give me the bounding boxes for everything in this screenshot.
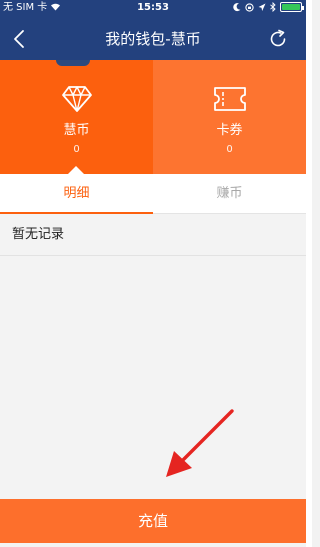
coins-card[interactable]: 慧币 0 — [0, 60, 153, 175]
detail-tabs: 明细 赚币 — [0, 174, 306, 214]
refresh-icon — [270, 29, 286, 47]
coins-label: 慧币 — [63, 123, 90, 138]
coupons-card[interactable]: 卡券 0 — [153, 60, 306, 174]
rotation-lock-icon — [245, 2, 254, 12]
annotation-arrow-icon — [166, 409, 234, 477]
card-icon-wrapper — [153, 85, 306, 115]
top-bar: 无 SIM 卡 15:53 我的钱包-慧币 — [0, 0, 306, 60]
empty-records-text: 暂无记录 — [12, 227, 65, 242]
refresh-button[interactable] — [266, 27, 290, 51]
coins-value: 0 — [73, 144, 80, 155]
page-title: 我的钱包-慧币 — [105, 30, 201, 48]
battery-icon — [280, 2, 304, 12]
card-icon-wrapper — [0, 85, 153, 115]
notch-decoration — [56, 60, 90, 66]
moon-icon — [233, 2, 241, 11]
screen-edge — [306, 0, 312, 547]
wallet-summary: 慧币 0 卡券 0 — [0, 60, 306, 175]
wallet-page: 无 SIM 卡 15:53 我的钱包-慧币 慧币 0 卡券 0 明细 赚币 暂无… — [0, 0, 306, 547]
tab-detail[interactable]: 明细 — [0, 174, 153, 214]
recharge-button[interactable]: 充值 — [0, 499, 306, 543]
status-icons — [233, 2, 304, 12]
diamond-icon — [61, 86, 92, 112]
status-bar: 无 SIM 卡 15:53 — [0, 0, 306, 16]
coupons-value: 0 — [226, 144, 233, 155]
coupons-label: 卡券 — [216, 123, 243, 138]
location-icon — [258, 3, 266, 11]
bluetooth-icon — [270, 2, 276, 12]
tab-earn-coins[interactable]: 赚币 — [153, 174, 306, 214]
empty-records-row: 暂无记录 — [0, 214, 306, 256]
ticket-icon — [213, 87, 246, 111]
